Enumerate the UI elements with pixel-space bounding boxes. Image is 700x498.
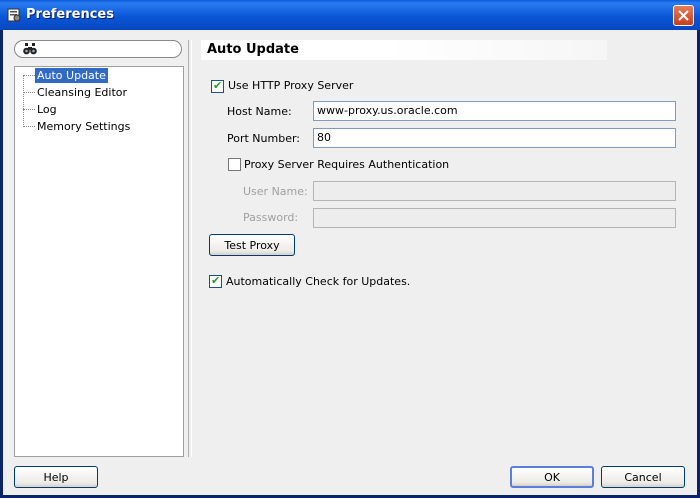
- tree-item-log[interactable]: Log: [23, 101, 59, 117]
- auto-check-label: Automatically Check for Updates.: [226, 275, 411, 288]
- user-name-field[interactable]: [313, 181, 676, 201]
- ok-button[interactable]: OK: [510, 466, 594, 488]
- tree-item-label: Cleansing Editor: [37, 85, 128, 99]
- preferences-tree[interactable]: Auto Update Cleansing Editor Log Memory …: [14, 66, 184, 457]
- dialog-body: Auto Update Cleansing Editor Log Memory …: [3, 30, 697, 495]
- close-button[interactable]: [673, 5, 694, 26]
- cancel-button[interactable]: Cancel: [601, 466, 685, 488]
- tree-item-auto-update[interactable]: Auto Update: [23, 67, 108, 83]
- search-input[interactable]: [14, 40, 182, 58]
- title-bar[interactable]: Preferences: [0, 0, 700, 30]
- preferences-app-icon: [7, 8, 21, 22]
- tree-item-memory-settings[interactable]: Memory Settings: [23, 118, 132, 134]
- proxy-auth-checkbox[interactable]: [228, 158, 241, 171]
- user-name-label: User Name:: [243, 185, 308, 198]
- tree-item-cleansing-editor[interactable]: Cleansing Editor: [23, 84, 129, 100]
- proxy-auth-label: Proxy Server Requires Authentication: [244, 158, 450, 171]
- panel-title: Auto Update: [207, 42, 299, 57]
- help-button[interactable]: Help: [14, 466, 98, 488]
- password-label: Password:: [243, 211, 299, 224]
- close-icon: [678, 10, 689, 21]
- host-name-label: Host Name:: [227, 105, 292, 118]
- tree-branch: [23, 125, 35, 127]
- use-proxy-checkbox[interactable]: [211, 79, 224, 93]
- auto-check-checkbox[interactable]: [209, 274, 222, 288]
- host-name-field[interactable]: www-proxy.us.oracle.com: [313, 101, 676, 121]
- tree-branch: [23, 91, 35, 93]
- preferences-window: Preferences Auto Update Cleansing Editor…: [0, 0, 700, 498]
- port-number-label: Port Number:: [227, 132, 301, 145]
- tree-item-label: Memory Settings: [37, 119, 131, 133]
- pane-splitter[interactable]: [188, 40, 192, 457]
- use-proxy-label: Use HTTP Proxy Server: [228, 79, 354, 92]
- password-field[interactable]: [313, 208, 676, 228]
- tree-item-label: Log: [37, 102, 57, 116]
- port-number-field[interactable]: 80: [313, 128, 676, 148]
- test-proxy-button[interactable]: Test Proxy: [209, 234, 295, 256]
- tree-branch: [23, 108, 35, 110]
- tree-branch: [23, 74, 35, 76]
- tree-item-label: Auto Update: [35, 67, 108, 83]
- panel-header: Auto Update: [201, 40, 607, 60]
- binoculars-icon: [23, 43, 37, 55]
- window-title: Preferences: [26, 7, 114, 22]
